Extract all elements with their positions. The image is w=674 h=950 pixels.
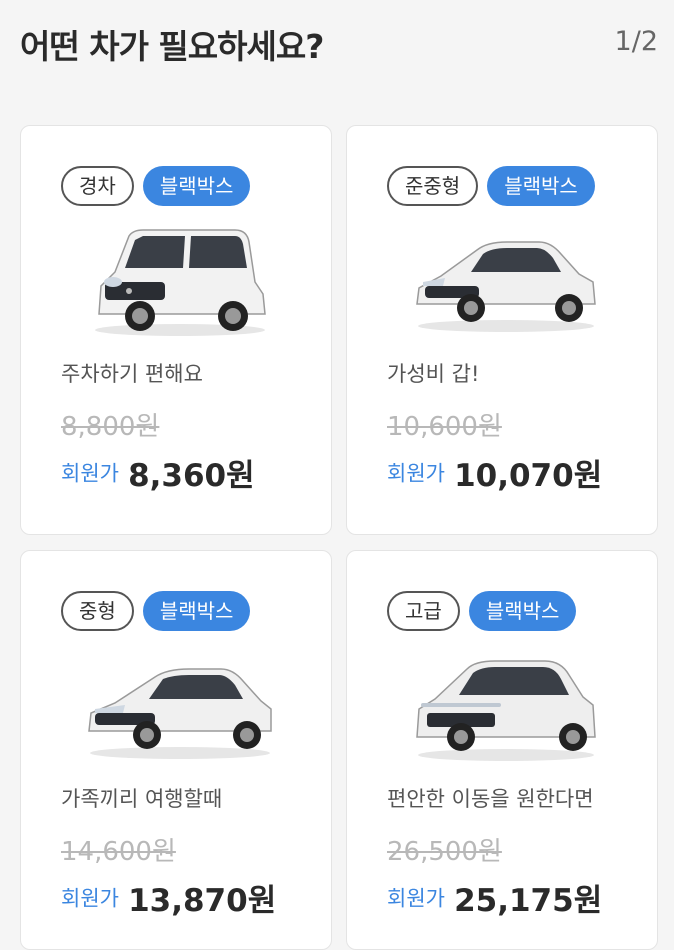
feature-tag: 블랙박스	[468, 591, 577, 631]
car-card-midsize[interactable]: 중형 블랙박스 가족끼리 여행할때 14,600원 회원가 13,870원	[20, 550, 332, 950]
original-price: 8,800원	[61, 412, 160, 442]
size-tag: 경차	[61, 166, 134, 206]
member-price-row: 회원가 13,870원	[61, 875, 276, 920]
original-price: 14,600원	[61, 837, 176, 867]
car-card-compact[interactable]: 준중형 블랙박스 가성비 갑! 10,600원 회원가 10,070원	[346, 125, 658, 535]
car-description: 편안한 이동을 원한다면	[387, 787, 594, 811]
original-price: 26,500원	[387, 837, 502, 867]
compact-sedan-icon	[416, 241, 596, 332]
feature-tag: 블랙박스	[142, 591, 251, 631]
feature-tag: 블랙박스	[142, 166, 251, 206]
member-price: 10,070원	[454, 458, 603, 494]
size-tag: 준중형	[387, 166, 479, 206]
member-price-label: 회원가	[61, 461, 119, 486]
car-card-luxury[interactable]: 고급 블랙박스 편안한 이동을 원한다면 26,500원 회원가 25,175원	[346, 550, 658, 950]
midsize-sedan-icon	[88, 668, 272, 759]
tag-row: 경차 블랙박스	[61, 166, 251, 206]
member-price-label: 회원가	[61, 886, 119, 911]
member-price: 8,360원	[128, 458, 255, 494]
tag-row: 고급 블랙박스	[387, 591, 577, 631]
member-price-row: 회원가 25,175원	[387, 875, 602, 920]
size-tag: 고급	[387, 591, 460, 631]
car-description: 가성비 갑!	[387, 362, 480, 386]
tag-row: 준중형 블랙박스	[387, 166, 595, 206]
feature-tag: 블랙박스	[487, 166, 595, 206]
car-description: 가족끼리 여행할때	[61, 787, 223, 811]
kei-car-icon	[95, 229, 266, 336]
car-grid: 경차 블랙박스 주차하기 편해요 8,800원 회원가 8,360원 준중형 블…	[0, 0, 674, 950]
size-tag: 중형	[61, 591, 134, 631]
car-description: 주차하기 편해요	[61, 362, 203, 386]
original-price: 10,600원	[387, 412, 502, 442]
tag-row: 중형 블랙박스	[61, 591, 251, 631]
member-price-row: 회원가 10,070원	[387, 450, 602, 495]
member-price: 13,870원	[128, 883, 277, 919]
luxury-sedan-icon	[416, 660, 596, 761]
member-price-label: 회원가	[387, 886, 445, 911]
member-price: 25,175원	[454, 883, 603, 919]
member-price-row: 회원가 8,360원	[61, 450, 255, 495]
car-card-kei[interactable]: 경차 블랙박스 주차하기 편해요 8,800원 회원가 8,360원	[20, 125, 332, 535]
member-price-label: 회원가	[387, 461, 445, 486]
